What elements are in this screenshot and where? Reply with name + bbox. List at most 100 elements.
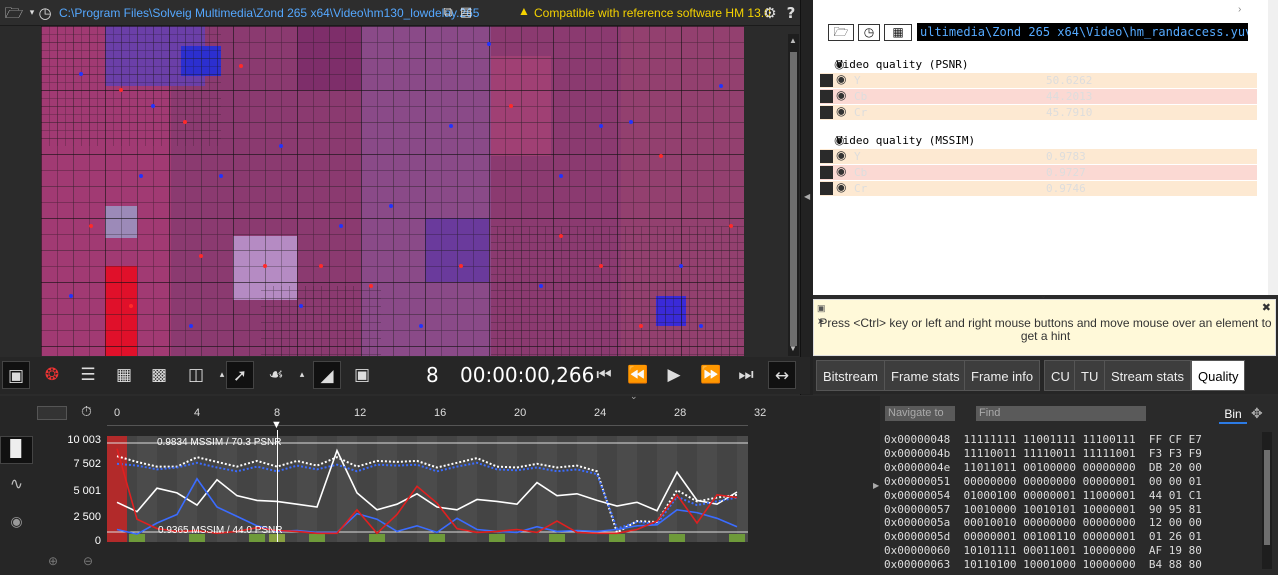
play-icon[interactable]: ▶ [660, 361, 688, 389]
prediction-icon[interactable]: ☙ [262, 361, 290, 389]
tab-bitstream[interactable]: Bitstream [816, 360, 885, 391]
history-icon[interactable]: ◷ [35, 3, 55, 23]
find-input[interactable]: Find [976, 406, 1146, 421]
ruler-label: 4 [194, 407, 201, 419]
series-swatch[interactable] [820, 106, 833, 119]
eye-icon[interactable]: ◉ [836, 180, 846, 194]
eye-icon[interactable]: ◉ [836, 88, 846, 102]
quality-row-mssim-y[interactable]: ◉ Y 0.9783 [820, 148, 1257, 164]
hex-row[interactable]: 0x00000054 01000100 00000001 11000001 44… [884, 489, 1202, 503]
filmstrip-icon[interactable] [37, 406, 67, 420]
go-to-start-icon[interactable]: ⏮ [590, 361, 618, 389]
next-frame-icon[interactable]: ⏩ [697, 361, 725, 389]
tab-cu[interactable]: CU [1044, 360, 1077, 391]
tab-frame-stats[interactable]: Frame stats [884, 360, 967, 391]
open-folder-icon[interactable]: 🗁 [828, 24, 854, 41]
tab-frame-info[interactable]: Frame info [964, 360, 1041, 391]
ruler-label: 24 [594, 407, 607, 419]
list-view-icon[interactable]: ☰ [74, 361, 102, 389]
previous-frame-icon[interactable]: ⏪ [624, 361, 652, 389]
frame-size-bar [609, 534, 625, 542]
series-swatch[interactable] [820, 150, 833, 163]
navigate-to-input[interactable]: Navigate to [885, 406, 955, 421]
video-frame[interactable] [41, 26, 744, 356]
line-chart-icon[interactable]: ∿ [0, 472, 33, 500]
quality-row-psnr-y[interactable]: ◉ Y 50.6262 [820, 72, 1257, 88]
tab-tu[interactable]: TU [1074, 360, 1106, 391]
hex-row[interactable]: 0x00000051 00000000 00000000 00000001 00… [884, 475, 1202, 489]
hex-row[interactable]: 0x0000004e 11011011 00100000 00000000 DB… [884, 461, 1202, 475]
prediction-dropdown-icon[interactable]: ▴ [288, 361, 316, 389]
binary-mode-tab[interactable]: Bin [1219, 404, 1247, 424]
series-swatch[interactable] [820, 90, 833, 103]
go-to-end-icon[interactable]: ⏭ [732, 361, 760, 389]
panel-scrollbar[interactable] [1268, 0, 1278, 295]
scroll-up-arrow-icon[interactable]: ▲ [789, 36, 797, 45]
bar-chart-icon[interactable]: ▉ [0, 436, 33, 464]
ruler-label: 16 [434, 407, 447, 419]
frame-grid-icon[interactable]: ▦ [884, 24, 912, 41]
hex-row[interactable]: 0x0000004b 11110011 11110011 11111001 F3… [884, 447, 1202, 461]
series-swatch[interactable] [820, 182, 833, 195]
eye-icon[interactable]: ◉ [836, 104, 846, 118]
scroll-down-arrow-icon[interactable]: ▼ [789, 344, 797, 353]
close-icon[interactable]: ✖ [1262, 301, 1271, 314]
hex-row[interactable]: 0x0000005a 00010010 00000000 00000000 12… [884, 516, 1202, 530]
fit-window-icon[interactable]: ↔ [768, 361, 796, 389]
eye-icon[interactable]: ◉ [836, 148, 846, 162]
video-scrollbar-thumb[interactable] [790, 52, 797, 346]
panel-nav-arrow-icon[interactable]: › [1238, 4, 1241, 15]
expand-arrow-icon[interactable]: ▶ [873, 481, 879, 490]
ruler-label: 12 [354, 407, 367, 419]
hex-row[interactable]: 0x00000063 10110100 10001000 10000000 B4… [884, 558, 1202, 572]
move-icon[interactable]: ✥ [1251, 405, 1263, 422]
zoom-in-icon[interactable]: ⊕ [48, 554, 58, 568]
frame-size-bar [669, 534, 685, 542]
copy-path-icon[interactable]: ⧉ [438, 3, 458, 23]
eye-icon[interactable]: ◉ [836, 72, 846, 86]
hex-row[interactable]: 0x00000060 10101111 00011001 10000000 AF… [884, 544, 1202, 558]
y-axis-label: 2 500 [73, 511, 101, 523]
series-swatch[interactable] [820, 166, 833, 179]
series-swatch[interactable] [820, 74, 833, 87]
folder-icon[interactable]: 🗁 [4, 3, 24, 23]
collapse-handle-icon[interactable]: ⌄ [630, 391, 638, 402]
frame-bounds-icon[interactable]: ▣ [348, 361, 376, 389]
hex-row[interactable]: 0x00000057 10010000 10010101 10000001 90… [884, 503, 1202, 517]
stopwatch-icon[interactable]: ⏱ [81, 404, 92, 420]
quality-row-mssim-cr[interactable]: ◉ Cr 0.9746 [820, 180, 1257, 196]
grid-large-icon[interactable]: ▩ [145, 361, 173, 389]
zoom-out-icon[interactable]: ⊖ [83, 554, 93, 568]
hex-scrollbar-thumb[interactable] [1264, 450, 1270, 545]
history-icon[interactable]: ◷ [858, 24, 880, 41]
collapse-arrow-icon[interactable]: ◀ [804, 192, 810, 201]
partition-icon[interactable]: ◫ [182, 361, 210, 389]
reference-frame-icon[interactable]: ◢ [313, 361, 341, 389]
ruler-label: 20 [514, 407, 527, 419]
screenshot-icon[interactable]: ▣ [2, 361, 30, 389]
help-icon[interactable]: ? [781, 3, 801, 23]
timeline-ruler[interactable] [107, 406, 748, 426]
frame-stripe [597, 436, 617, 542]
settings-gear-icon[interactable]: ⚙ [760, 3, 780, 23]
quality-row-mssim-cb[interactable]: ◉ Cb 0.9727 [820, 164, 1257, 180]
eye-icon[interactable]: ◉ [0, 508, 33, 536]
frame-size-bar [489, 534, 505, 542]
hex-row[interactable]: 0x00000048 11111111 11001111 11100111 FF… [884, 433, 1202, 447]
quality-channel-label: Cr [854, 106, 868, 119]
grid-small-icon[interactable]: ▦ [110, 361, 138, 389]
compatibility-message: Compatible with reference software HM 13… [534, 6, 771, 20]
quality-row-psnr-cr[interactable]: ◉ Cr 45.7910 [820, 104, 1257, 120]
panel-splitter[interactable]: ◀ [800, 0, 813, 395]
ruler-label: 8 [274, 407, 281, 419]
tab-quality[interactable]: Quality [1191, 360, 1246, 391]
quality-row-psnr-cb[interactable]: ◉ Cb 44.2013 [820, 88, 1257, 104]
motion-vector-icon[interactable]: ➚ [226, 361, 254, 389]
properties-icon[interactable]: ▤ [456, 3, 476, 23]
color-planes-icon[interactable]: ❂ [38, 361, 66, 389]
hint-pin-icon[interactable]: ▣ [817, 303, 826, 314]
hex-row[interactable]: 0x0000005d 00000001 00100110 00000001 01… [884, 530, 1202, 544]
eye-icon[interactable]: ◉ [836, 164, 846, 178]
reference-file-path[interactable]: ultimedia\Zond 265 x64\Video\hm_randacce… [917, 23, 1248, 41]
tab-stream-stats[interactable]: Stream stats [1104, 360, 1191, 391]
